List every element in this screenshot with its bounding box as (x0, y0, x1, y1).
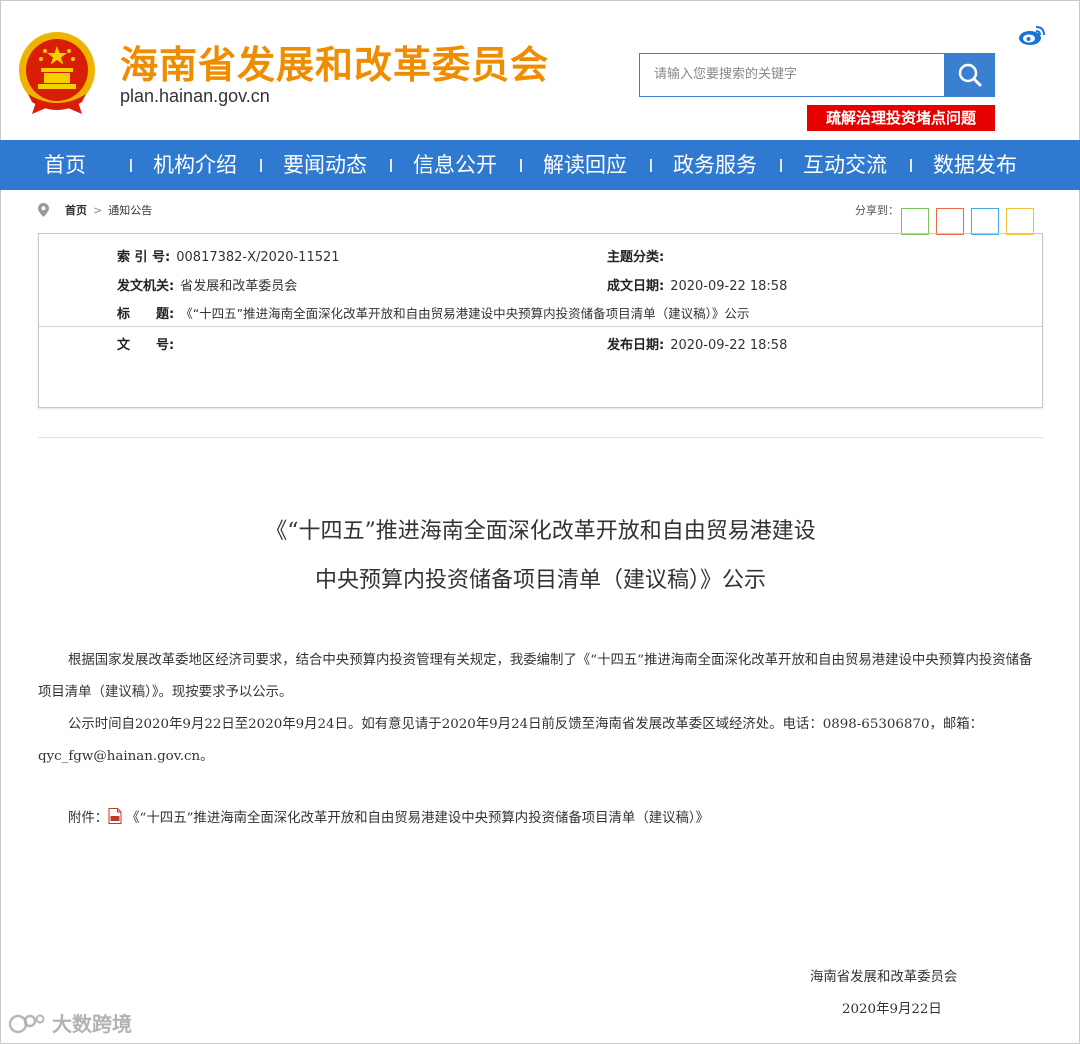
nav-item-about[interactable]: 机构介绍 (130, 140, 260, 190)
breadcrumb-current[interactable]: 通知公告 (108, 202, 152, 218)
meta-issuer-value: 省发展和改革委员会 (180, 279, 298, 294)
article-title-line1: 《“十四五”推进海南全面深化改革开放和自由贸易港建设 (265, 519, 816, 544)
attachment-link[interactable]: 《“十四五”推进海南全面深化改革开放和自由贸易港建设中央预算内投资储备项目清单（… (126, 806, 709, 826)
document-metadata-table: 索 引 号: 00817382-X/2020-11521 主题分类: 发文机关: 省… (38, 233, 1043, 408)
article-title-line2: 中央预算内投资储备项目清单（建议稿）》公示 (314, 568, 766, 593)
share-qq-icon[interactable] (1006, 208, 1034, 235)
meta-index-row: 索 引 号: 00817382-X/2020-11521 (117, 246, 340, 265)
meta-title-label: 标 题: (117, 307, 175, 322)
share-qzone-icon[interactable] (971, 208, 999, 235)
nav-item-interpretation[interactable]: 解读回应 (520, 140, 650, 190)
meta-published-row: 发布日期: 2020-09-22 18:58 (607, 334, 787, 353)
meta-created-value: 2020-09-22 18:58 (670, 279, 788, 294)
watermark-logo-icon (8, 1014, 45, 1033)
share-wechat-icon[interactable] (901, 208, 929, 235)
article-paragraph-2: 公示时间自2020年9月22日至2020年9月24日。如有意见请于2020年9月… (38, 717, 984, 764)
share-label: 分享到： (855, 204, 899, 217)
site-domain: plan.hainan.gov.cn (120, 86, 270, 106)
share-weibo-icon[interactable] (936, 208, 964, 235)
nav-item-interaction[interactable]: 互动交流 (780, 140, 910, 190)
search-button[interactable] (945, 53, 995, 97)
watermark-text: 大数跨境 (52, 1012, 132, 1036)
meta-topic-row: 主题分类: (607, 246, 670, 265)
search-icon (958, 63, 982, 87)
meta-index-value: 00817382-X/2020-11521 (176, 250, 340, 265)
meta-created-row: 成文日期: 2020-09-22 18:58 (607, 275, 787, 294)
nav-item-news[interactable]: 要闻动态 (260, 140, 390, 190)
meta-issuer-row: 发文机关: 省发展和改革委员会 (117, 275, 297, 294)
weibo-icon[interactable] (1018, 24, 1046, 46)
watermark: 大数跨境 (8, 1008, 132, 1037)
nav-item-services[interactable]: 政务服务 (650, 140, 780, 190)
search-input[interactable]: 请输入您要搜索的关键字 (639, 53, 945, 97)
meta-title-row: 标 题: 《“十四五”推进海南全面深化改革开放和自由贸易港建设中央预算内投资储备项… (117, 303, 749, 322)
meta-issuer-label: 发文机关: (117, 279, 175, 294)
signature-organization: 海南省发展和改革委员会 (810, 970, 958, 985)
pdf-icon (108, 808, 122, 824)
meta-created-label: 成文日期: (607, 279, 665, 294)
meta-divider (39, 326, 1042, 327)
content-divider (38, 437, 1043, 438)
location-pin-icon (38, 203, 49, 217)
nav-item-home[interactable]: 首页 (0, 140, 130, 190)
breadcrumb-separator: > (93, 203, 103, 217)
breadcrumb: 首页 > 通知公告 (38, 202, 152, 218)
attachment-label: 附件： (68, 811, 109, 826)
site-title: 海南省发展和改革委员会 (120, 43, 550, 87)
meta-published-value: 2020-09-22 18:58 (670, 338, 788, 353)
nav-item-disclosure[interactable]: 信息公开 (390, 140, 520, 190)
site-header: 海南省发展和改革委员会 plan.hainan.gov.cn 请输入您要搜索的关… (0, 0, 1080, 140)
nav-item-data[interactable]: 数据发布 (910, 140, 1040, 190)
promo-banner-link[interactable]: 疏解治理投资堵点问题 (807, 105, 995, 131)
meta-docno-label: 文 号: (117, 338, 175, 353)
national-emblem-icon (19, 32, 95, 114)
main-nav: 首页 机构介绍 要闻动态 信息公开 解读回应 政务服务 互动交流 数据发布 (0, 140, 1080, 190)
breadcrumb-home[interactable]: 首页 (65, 202, 87, 218)
meta-title-value: 《“十四五”推进海南全面深化改革开放和自由贸易港建设中央预算内投资储备项目清单（… (180, 306, 750, 321)
attachment: 附件： 《“十四五”推进海南全面深化改革开放和自由贸易港建设中央预算内投资储备项… (68, 806, 709, 826)
meta-index-label: 索 引 号: (117, 250, 171, 265)
signature-date: 2020年9月22日 (842, 1002, 942, 1017)
article-body: 根据国家发展改革委地区经济司要求，结合中央预算内投资管理有关规定，我委编制了《“… (38, 645, 1043, 773)
meta-topic-label: 主题分类: (607, 250, 665, 265)
article-paragraph-1: 根据国家发展改革委地区经济司要求，结合中央预算内投资管理有关规定，我委编制了《“… (38, 653, 1033, 700)
meta-published-label: 发布日期: (607, 338, 665, 353)
meta-docno-row: 文 号: (117, 334, 180, 353)
